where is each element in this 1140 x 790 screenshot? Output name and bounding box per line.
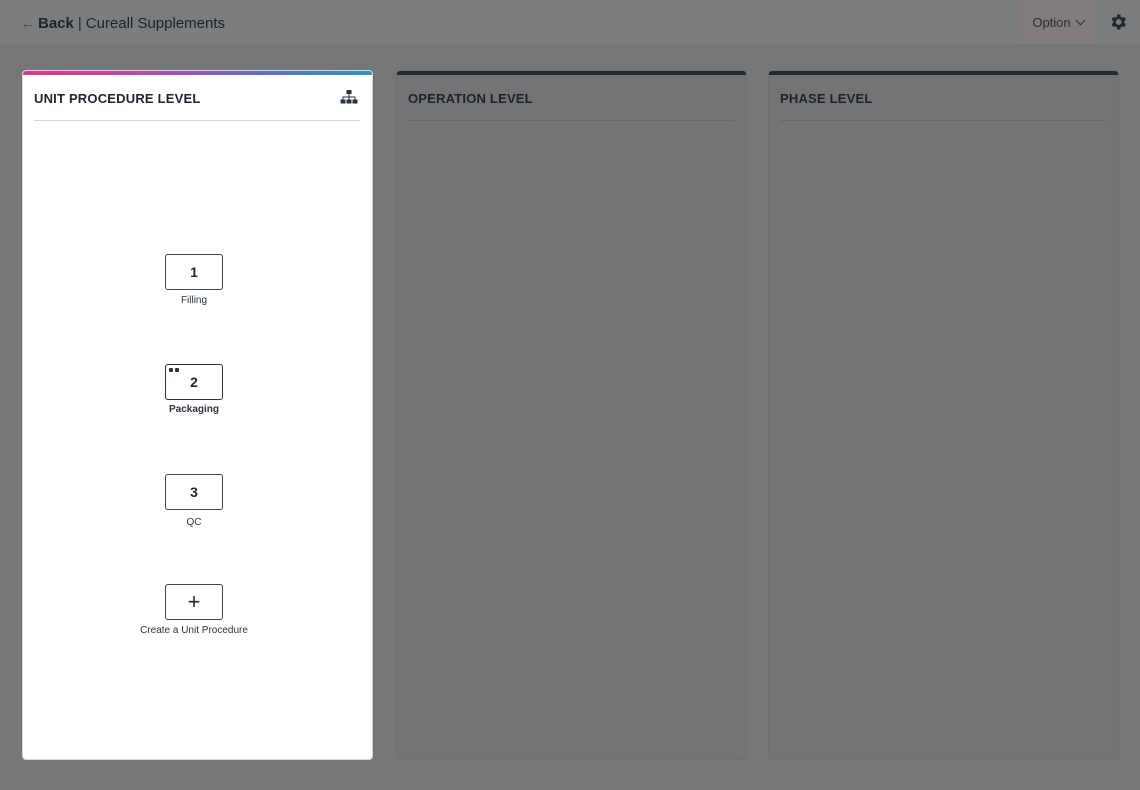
arrow-left-icon: ←: [21, 15, 35, 31]
step-number: 3: [190, 484, 198, 500]
option-dropdown[interactable]: Option: [1020, 0, 1096, 44]
top-bar: ← Back | Cureall Supplements Option: [0, 0, 1140, 44]
accent-stripe: [23, 71, 372, 75]
operation-panel: OPERATION LEVEL: [396, 70, 747, 760]
step-label: Filling: [180, 295, 208, 306]
hierarchy-icon[interactable]: [340, 90, 358, 106]
back-label: Back: [38, 14, 74, 32]
create-unit-procedure-button[interactable]: +: [165, 584, 223, 620]
panel-title: OPERATION LEVEL: [408, 91, 533, 106]
panel-title: PHASE LEVEL: [780, 91, 873, 106]
unit-procedure-panel: UNIT PROCEDURE LEVEL 1 Filling 2 Packagi…: [22, 70, 373, 760]
create-unit-procedure-label: Create a Unit Procedure: [140, 625, 248, 636]
plus-icon: +: [187, 589, 201, 614]
unit-procedure-step[interactable]: 1: [165, 254, 223, 290]
unit-procedure-step-selected[interactable]: 2: [165, 364, 223, 400]
drag-handle-icon[interactable]: [169, 368, 179, 372]
page: ← Back | Cureall Supplements Option UNIT…: [0, 0, 1140, 790]
unit-procedure-step[interactable]: 3: [165, 474, 223, 510]
phase-panel: PHASE LEVEL: [768, 70, 1119, 760]
back-link[interactable]: ← Back | Cureall Supplements: [21, 12, 225, 34]
app-title: Cureall Supplements: [85, 14, 226, 32]
step-number: 2: [190, 374, 198, 390]
option-label: Option: [1032, 14, 1071, 30]
step-number: 1: [190, 264, 198, 280]
divider: [34, 120, 360, 121]
panel-stripe: [397, 71, 746, 75]
panel-title: UNIT PROCEDURE LEVEL: [34, 91, 201, 106]
chevron-down-icon: [1075, 15, 1086, 25]
divider: [780, 120, 1106, 121]
separator: |: [77, 14, 82, 32]
gear-icon[interactable]: [1108, 12, 1128, 32]
panel-stripe: [769, 71, 1118, 75]
divider: [408, 120, 734, 121]
step-label: QC: [186, 517, 202, 528]
step-label: Packaging: [168, 404, 220, 415]
